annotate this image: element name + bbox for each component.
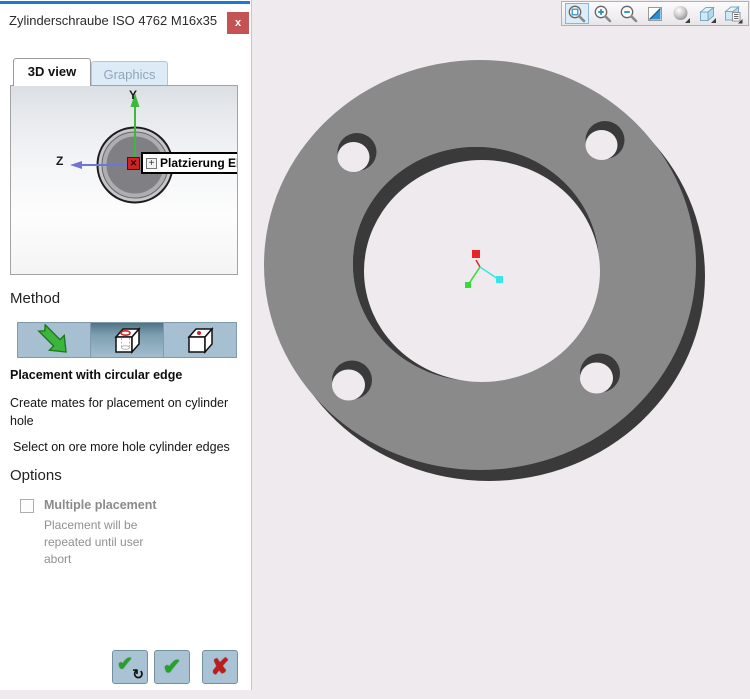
tab-graphics[interactable]: Graphics — [91, 61, 168, 86]
3d-viewport[interactable] — [252, 0, 750, 699]
method-button-group — [17, 322, 237, 358]
apply-and-repeat-button[interactable]: ✔ ↻ — [112, 650, 148, 684]
shaded-view-icon[interactable] — [643, 3, 667, 24]
tab-3d-view[interactable]: 3D view — [13, 58, 91, 86]
screw-head-preview — [70, 93, 174, 204]
expand-plus-icon[interactable]: + — [146, 157, 157, 169]
render-sphere-icon[interactable] — [669, 3, 693, 24]
screw-preview-viewport[interactable]: Y Z + Platzierung Ebene ✕ — [10, 85, 238, 275]
placement-plane-callout[interactable]: + Platzierung Ebene — [141, 152, 237, 174]
description-line: abort — [44, 552, 72, 566]
view-cube-icon[interactable] — [695, 3, 719, 24]
description-line: repeated until user — [44, 535, 144, 549]
multiple-placement-checkbox[interactable] — [20, 499, 34, 513]
zoom-in-icon[interactable] — [591, 3, 615, 24]
axis-z-label: Z — [56, 154, 64, 168]
cube-point-icon — [187, 327, 214, 354]
cube-properties-icon[interactable] — [721, 3, 745, 24]
method-heading: Method — [10, 290, 61, 307]
check-icon: ✔ — [162, 654, 182, 679]
method-description: Create mates for placement on cylinder h… — [10, 396, 229, 428]
dialog-title: Zylinderschraube ISO 4762 M16x35 — [9, 13, 218, 28]
method-circular-edge-button[interactable] — [90, 322, 164, 358]
cube-circular-hole-icon — [114, 327, 141, 354]
center-hole-opening — [364, 160, 600, 382]
free-placement-arrow-icon — [37, 324, 67, 353]
panel-accent-line — [0, 1, 250, 4]
cross-icon: ✘ — [210, 654, 230, 679]
multiple-placement-label: Multiple placement — [44, 498, 157, 512]
method-point-button[interactable] — [163, 322, 237, 358]
placement-plane-label: Platzierung Ebene — [160, 156, 237, 170]
repeat-arrow-icon: ↻ — [132, 666, 144, 682]
view-toolbar — [561, 1, 749, 26]
flange-part[interactable] — [252, 0, 750, 699]
origin-x-marker: ✕ — [127, 157, 140, 170]
zoom-window-icon[interactable] — [565, 3, 589, 24]
multiple-placement-description: Placement will be repeated until user ab… — [44, 517, 143, 568]
description-line: Placement will be — [44, 518, 138, 532]
method-free-placement-button[interactable] — [17, 322, 91, 358]
cancel-button[interactable]: ✘ — [202, 650, 238, 684]
options-heading: Options — [10, 467, 62, 484]
check-icon: ✔ — [117, 654, 133, 675]
method-selected-title: Placement with circular edge — [10, 368, 183, 382]
placement-dialog: Zylinderschraube ISO 4762 M16x35 x 3D vi… — [0, 0, 252, 690]
close-button[interactable]: x — [227, 12, 249, 34]
axis-y-label: Y — [129, 88, 138, 102]
ok-button[interactable]: ✔ — [154, 650, 190, 684]
method-hint: Select on ore more hole cylinder edges — [13, 440, 230, 454]
application-window: Zylinderschraube ISO 4762 M16x35 x 3D vi… — [0, 0, 750, 699]
zoom-out-icon[interactable] — [617, 3, 641, 24]
